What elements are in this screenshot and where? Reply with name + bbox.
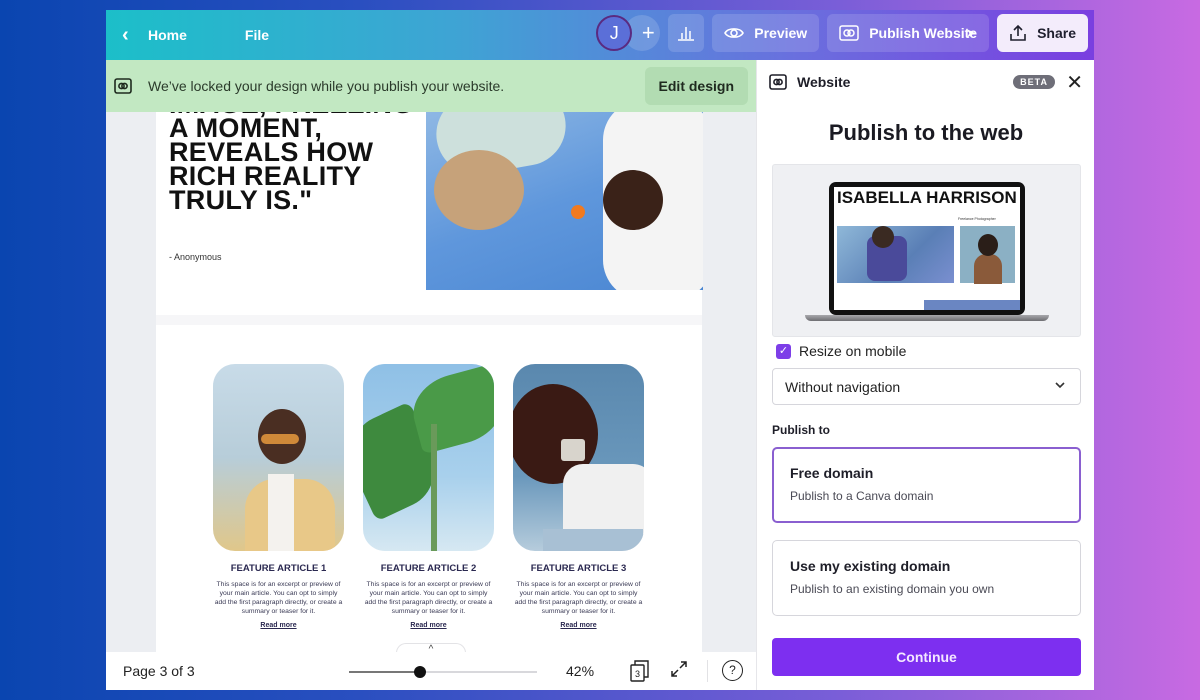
article-title: FEATURE ARTICLE 3	[530, 563, 627, 574]
pages-stack-icon: 3	[630, 660, 649, 682]
quote-author: - Anonymous	[169, 252, 222, 262]
continue-button[interactable]: Continue	[772, 638, 1081, 676]
file-menu[interactable]: File	[245, 27, 269, 43]
navigation-select-value: Without navigation	[785, 378, 901, 395]
help-button[interactable]: ?	[722, 660, 743, 681]
bar-chart-icon	[678, 27, 695, 41]
navigation-select[interactable]: Without navigation	[772, 368, 1081, 405]
home-link[interactable]: Home	[148, 27, 187, 43]
option-title: Free domain	[790, 465, 874, 481]
panel-heading: Publish to the web	[828, 120, 1024, 145]
preview-button[interactable]: Preview	[712, 14, 820, 52]
article-excerpt: This space is for an excerpt or preview …	[514, 581, 643, 615]
website-link-icon	[114, 78, 132, 94]
design-canvas[interactable]: IMAGE, FREEZING A MOMENT, REVEALS HOW RI…	[106, 60, 756, 652]
panel-header: Website BETA ✕	[769, 70, 1085, 95]
publish-website-button[interactable]: Publish Website	[827, 14, 990, 52]
close-panel-button[interactable]: ✕	[1066, 70, 1083, 95]
preview-site-subtitle: Freelance Photographer	[958, 217, 996, 221]
article-title: FEATURE ARTICLE 1	[230, 563, 327, 574]
preview-photo	[960, 226, 1015, 284]
beta-badge: BETA	[1013, 75, 1055, 89]
svg-text:3: 3	[635, 669, 640, 679]
feature-article-card: FEATURE ARTICLE 1 This space is for an e…	[213, 364, 344, 629]
share-button[interactable]: Share	[997, 14, 1088, 52]
preview-label: Preview	[754, 25, 808, 41]
publish-website-panel: Website BETA ✕ Publish to the web ISABEL…	[756, 60, 1094, 690]
locked-design-banner: We’ve locked your design while you publi…	[106, 60, 756, 112]
page-grid-button[interactable]: 3	[630, 660, 650, 682]
article-title: FEATURE ARTICLE 2	[380, 563, 477, 574]
hero-photo[interactable]	[426, 110, 703, 290]
design-page[interactable]: IMAGE, FREEZING A MOMENT, REVEALS HOW RI…	[156, 60, 703, 652]
preview-photo	[837, 226, 954, 283]
section-divider	[156, 315, 702, 325]
share-upload-icon	[1010, 24, 1026, 41]
feature-article-card: FEATURE ARTICLE 3 This space is for an e…	[513, 364, 644, 629]
zoom-slider-fill	[349, 671, 421, 673]
zoom-slider[interactable]	[349, 666, 537, 678]
article-excerpt: This space is for an excerpt or preview …	[214, 581, 343, 615]
option-title: Use my existing domain	[790, 558, 951, 574]
panel-title: Website	[797, 74, 851, 90]
resize-label: Resize on mobile	[799, 343, 907, 359]
feature-article-card: FEATURE ARTICLE 2 This space is for an e…	[363, 364, 494, 629]
article-photo[interactable]	[513, 364, 644, 551]
top-bar-actions: J + Preview Publish Website Share	[596, 14, 1088, 52]
option-description: Publish to a Canva domain	[790, 489, 934, 503]
banner-message: We’ve locked your design while you publi…	[148, 78, 505, 94]
chevron-down-icon	[1054, 378, 1066, 392]
canva-editor-window: ‹ Home File J + Preview Publish Website …	[106, 10, 1094, 690]
laptop-mockup: ISABELLA HARRISON Freelance Photographer	[829, 182, 1025, 315]
zoom-percentage[interactable]: 42%	[566, 663, 594, 679]
top-bar: ‹ Home File J + Preview Publish Website …	[106, 10, 1094, 60]
read-more-link[interactable]: Read more	[363, 622, 494, 629]
fullscreen-button[interactable]	[670, 660, 690, 680]
laptop-base	[805, 315, 1049, 321]
insights-button[interactable]	[668, 14, 705, 52]
footer-divider	[707, 660, 708, 682]
resize-on-mobile-option[interactable]: ✓ Resize on mobile	[776, 343, 906, 359]
publish-website-label: Publish Website	[869, 25, 978, 41]
share-label: Share	[1037, 25, 1076, 41]
back-chevron-icon[interactable]: ‹	[122, 24, 140, 47]
expand-arrows-icon	[671, 661, 687, 677]
website-preview: ISABELLA HARRISON Freelance Photographer	[772, 164, 1081, 337]
publish-to-label: Publish to	[772, 423, 830, 437]
option-description: Publish to an existing domain you own	[790, 582, 995, 596]
website-link-icon	[839, 25, 859, 41]
edit-design-button[interactable]: Edit design	[644, 67, 748, 105]
website-link-icon	[769, 74, 787, 90]
eye-icon	[724, 28, 745, 38]
page-indicator: Page 3 of 3	[123, 663, 195, 679]
read-more-link[interactable]: Read more	[213, 622, 344, 629]
read-more-link[interactable]: Read more	[513, 622, 644, 629]
zoom-slider-thumb[interactable]	[414, 666, 427, 678]
editor-footer: Page 3 of 3 42% 3 ?	[106, 652, 756, 690]
mouse-cursor-icon: ➤	[966, 26, 977, 40]
article-excerpt: This space is for an excerpt or preview …	[364, 581, 493, 615]
user-avatar[interactable]: J	[596, 15, 633, 51]
preview-site-name: ISABELLA HARRISON	[837, 188, 1017, 207]
expand-pages-tab[interactable]: ^	[396, 643, 466, 652]
free-domain-option[interactable]: Free domain Publish to a Canva domain	[772, 447, 1081, 523]
existing-domain-option[interactable]: Use my existing domain Publish to an exi…	[772, 540, 1081, 616]
resize-checkbox[interactable]: ✓	[776, 343, 791, 359]
article-photo[interactable]	[213, 364, 344, 551]
article-photo[interactable]	[363, 364, 494, 551]
